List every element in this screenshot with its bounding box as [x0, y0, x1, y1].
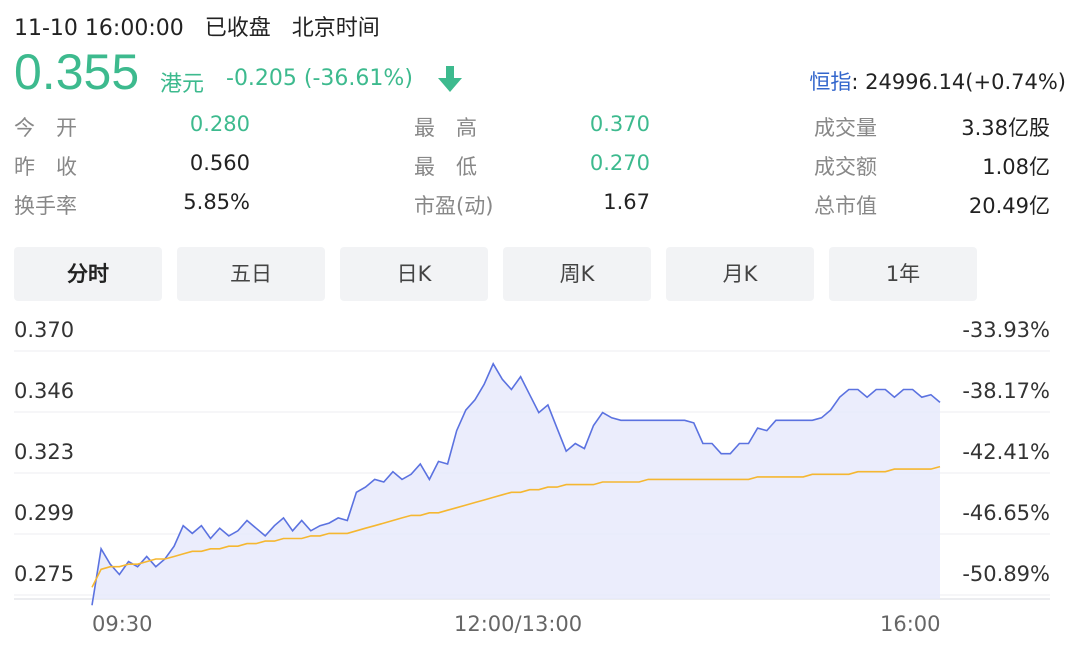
- y-tick-label: 0.323: [14, 440, 75, 464]
- stat-label: 总市值: [814, 194, 877, 218]
- current-price: 0.355: [14, 44, 140, 100]
- market-status: 11-10 16:00:00 已收盘 北京时间: [14, 10, 394, 42]
- y-pct-tick-label: -46.65%: [962, 501, 1050, 525]
- stat-label: 昨 收: [14, 155, 77, 179]
- y-tick-label: 0.275: [14, 562, 75, 586]
- stat-value-low: 0.270: [589, 151, 650, 175]
- intraday-chart-svg: [14, 350, 1050, 606]
- stat-value-turnover-rate: 5.85%: [183, 190, 250, 214]
- stat-value-market-cap: 20.49亿: [968, 194, 1050, 218]
- y-tick-label: 0.299: [14, 501, 75, 525]
- stat-value-prev-close: 0.560: [189, 151, 250, 175]
- tab-intraday[interactable]: 分时: [14, 247, 162, 301]
- y-tick-label: 0.346: [14, 379, 75, 403]
- index-info[interactable]: 恒指: 24996.14(+0.74%): [809, 66, 1066, 96]
- x-tick-label: 12:00/13:00: [454, 612, 583, 636]
- stat-value-high: 0.370: [589, 112, 650, 136]
- price-row: 0.355 港元 -0.205 (-36.61%) 恒指: 24996.14(+…: [14, 44, 1066, 100]
- stat-label: 成交量: [814, 116, 877, 140]
- market-state: 已收盘: [204, 16, 271, 41]
- currency-label: 港元: [160, 72, 205, 97]
- quote-datetime: 11-10 16:00:00: [14, 16, 184, 41]
- stat-label: 市盈(动): [414, 194, 494, 218]
- price-change: -0.205 (-36.61%): [226, 66, 413, 91]
- stat-label: 换手率: [14, 194, 77, 218]
- y-pct-tick-label: -38.17%: [962, 379, 1050, 403]
- stats-row-2: 昨 收 0.560 最 低 0.270 成交额 1.08亿: [14, 147, 1054, 186]
- index-value: : 24996.14(+0.74%): [851, 70, 1066, 94]
- x-tick-label: 09:30: [92, 612, 153, 636]
- y-tick-label: 0.370: [14, 318, 75, 342]
- stat-label: 最 高: [414, 116, 477, 140]
- stat-value-turnover: 1.08亿: [982, 155, 1050, 179]
- intraday-chart: 0.370 0.346 0.323 0.299 0.275 -33.93% -3…: [0, 310, 1080, 648]
- tab-five-day[interactable]: 五日: [177, 247, 325, 301]
- tab-daily-k[interactable]: 日K: [340, 247, 488, 301]
- stat-value-pe: 1.67: [603, 190, 650, 214]
- stats-row-1: 今 开 0.280 最 高 0.370 成交量 3.38亿股: [14, 108, 1054, 147]
- stat-value-open: 0.280: [189, 112, 250, 136]
- tab-weekly-k[interactable]: 周K: [503, 247, 651, 301]
- timezone-label: 北京时间: [291, 16, 380, 41]
- x-tick-label: 16:00: [880, 612, 941, 636]
- tab-monthly-k[interactable]: 月K: [666, 247, 814, 301]
- stat-value-volume: 3.38亿股: [961, 116, 1050, 140]
- stat-label: 成交额: [814, 155, 877, 179]
- y-pct-tick-label: -33.93%: [962, 318, 1050, 342]
- quote-page: 11-10 16:00:00 已收盘 北京时间 0.355 港元 -0.205 …: [0, 0, 1080, 648]
- index-name-link[interactable]: 恒指: [809, 70, 851, 94]
- stats-row-3: 换手率 5.85% 市盈(动) 1.67 总市值 20.49亿: [14, 186, 1054, 225]
- stats-grid: 今 开 0.280 最 高 0.370 成交量 3.38亿股 昨 收 0.560…: [14, 108, 1054, 225]
- tab-one-year[interactable]: 1年: [829, 247, 977, 301]
- price-area-fill: [92, 363, 940, 606]
- stat-label: 最 低: [414, 155, 477, 179]
- stat-label: 今 开: [14, 116, 77, 140]
- arrow-down-icon: [438, 66, 462, 92]
- y-pct-tick-label: -42.41%: [962, 440, 1050, 464]
- y-pct-tick-label: -50.89%: [962, 562, 1050, 586]
